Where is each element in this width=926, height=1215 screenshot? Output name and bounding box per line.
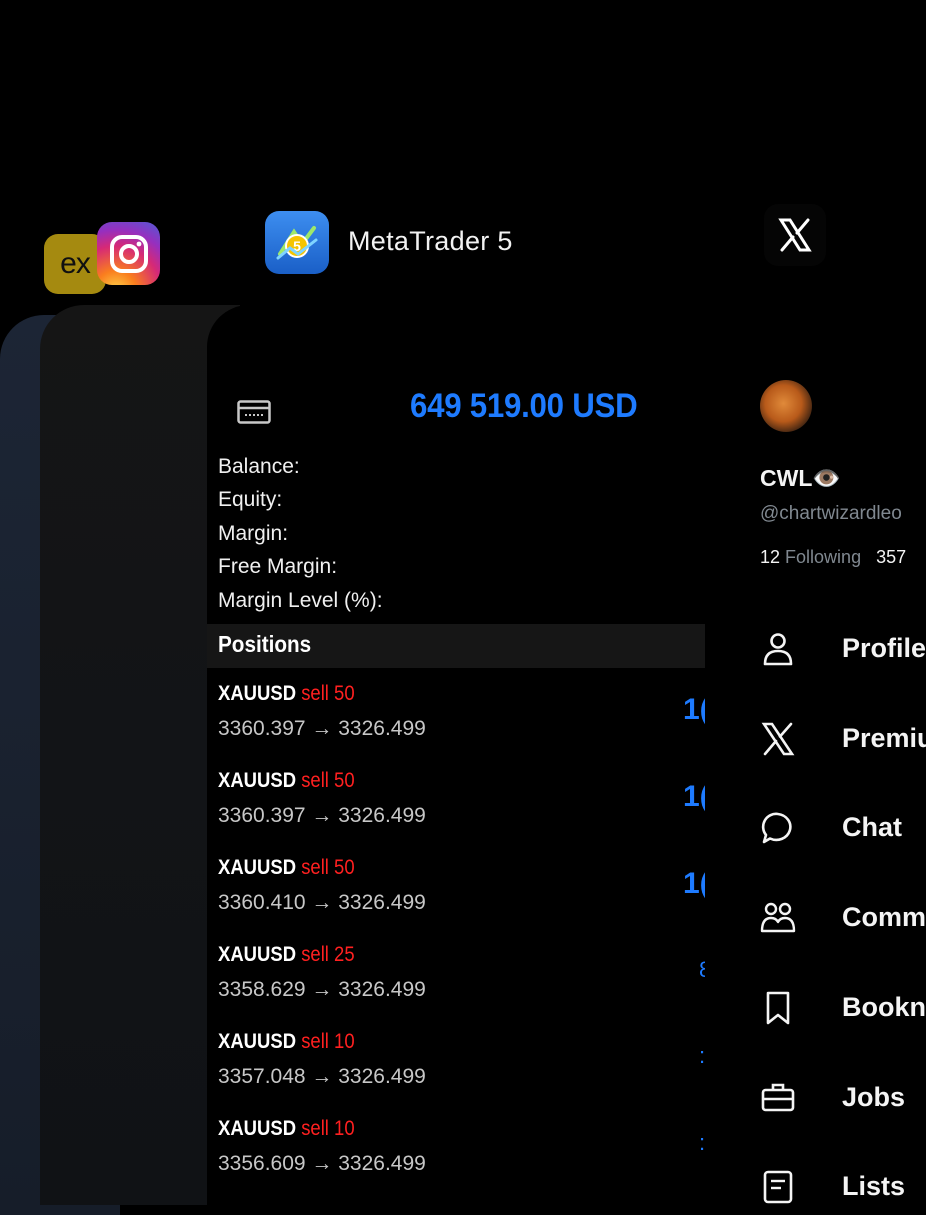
person-icon xyxy=(763,633,793,666)
position-side: sell 50 xyxy=(301,769,355,792)
balance-label: Balance: xyxy=(218,455,300,478)
following-label[interactable]: Following xyxy=(785,547,861,567)
menu-label-lists: Lists xyxy=(842,1171,906,1201)
position-profit: 1( xyxy=(683,867,705,900)
metatrader5-icon[interactable]: 5 xyxy=(265,211,329,274)
menu-label-communities: Comm xyxy=(842,902,926,932)
positions-title: Positions xyxy=(218,631,312,657)
menu-label-profile: Profile xyxy=(842,633,926,663)
profile-name: CWL👁️ xyxy=(760,465,842,491)
account-balance-value: 649 519.00 USD xyxy=(410,387,638,425)
metatrader5-glyph: 5 xyxy=(276,225,318,259)
eye-emoji-icon: 👁️ xyxy=(812,465,842,491)
position-prices: 3360.397 → 3326.499 xyxy=(218,717,426,740)
position-profit: 1( xyxy=(683,780,705,813)
free-margin-label: Free Margin: xyxy=(218,555,338,578)
instagram-icon[interactable] xyxy=(97,222,160,285)
position-prices: 3360.397 → 3326.499 xyxy=(218,804,426,827)
margin-label: Margin: xyxy=(218,522,289,545)
position-side: sell 10 xyxy=(301,1030,355,1053)
bookmark-icon xyxy=(766,991,790,1025)
chat-bubble-icon xyxy=(761,812,792,844)
position-symbol: XAUUSD sell 25 xyxy=(218,943,355,966)
avatar[interactable] xyxy=(760,380,812,432)
followers-count[interactable]: 357 xyxy=(876,547,906,567)
instagram-glyph xyxy=(109,234,148,273)
position-symbol: XAUUSD sell 50 xyxy=(218,856,355,879)
x-logo-icon xyxy=(761,722,795,756)
x-glyph xyxy=(778,218,812,252)
wallet-icon[interactable] xyxy=(237,400,271,424)
position-symbol: XAUUSD sell 10 xyxy=(218,1030,355,1053)
position-prices: 3357.048 → 3326.499 xyxy=(218,1065,426,1088)
following-count[interactable]: 12 xyxy=(760,547,780,567)
position-side: sell 10 xyxy=(301,1117,355,1140)
x-logo-icon[interactable] xyxy=(764,204,826,266)
position-side: sell 25 xyxy=(301,943,355,966)
position-side: sell 50 xyxy=(301,682,355,705)
margin-level-label: Margin Level (%): xyxy=(218,589,383,612)
x-app-card[interactable]: CWL👁️ @chartwizardleo 12 Following 357 P… xyxy=(705,305,926,1205)
menu-label-premium: Premiu xyxy=(842,723,926,753)
briefcase-icon xyxy=(761,1083,795,1112)
menu-label-jobs: Jobs xyxy=(842,1082,906,1112)
profile-stats: 12 Following 357 xyxy=(760,547,906,568)
metatrader-app-card[interactable]: 649 519.00 USD Balance: Equity: Margin: … xyxy=(207,305,705,1205)
profile-handle: @chartwizardleo xyxy=(760,503,902,524)
position-side: sell 50 xyxy=(301,856,355,879)
position-prices: 3360.410 → 3326.499 xyxy=(218,891,426,914)
communities-icon xyxy=(760,902,796,933)
metatrader5-app-title: MetaTrader 5 xyxy=(348,226,513,256)
position-symbol: XAUUSD sell 50 xyxy=(218,682,355,705)
position-symbol: XAUUSD sell 10 xyxy=(218,1117,355,1140)
menu-label-chat: Chat xyxy=(842,812,902,842)
menu-label-bookmarks: Bookn xyxy=(842,992,926,1022)
position-prices: 3358.629 → 3326.499 xyxy=(218,978,426,1001)
position-prices: 3356.609 → 3326.499 xyxy=(218,1152,426,1175)
position-profit: 1( xyxy=(683,693,705,726)
position-symbol: XAUUSD sell 50 xyxy=(218,769,355,792)
exness-icon-text: ex xyxy=(60,247,91,280)
equity-label: Equity: xyxy=(218,488,283,511)
